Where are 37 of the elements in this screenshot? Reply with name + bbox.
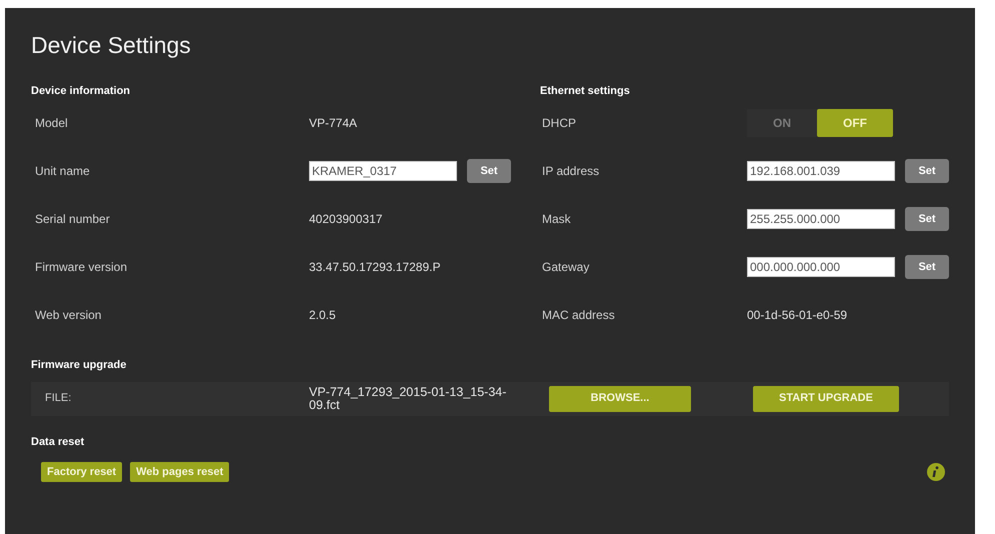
field-label: Web version: [34, 307, 102, 324]
field-label: DHCP: [541, 115, 578, 132]
toggle-option[interactable]: OFF: [817, 109, 893, 137]
set-button[interactable]: Set: [467, 159, 511, 183]
reset-button[interactable]: Factory reset: [41, 462, 122, 482]
field-label: MAC address: [541, 307, 616, 324]
set-button[interactable]: Set: [905, 207, 949, 231]
field-value: 40203900317: [309, 211, 382, 228]
field-label: Mask: [541, 211, 572, 228]
section-heading: Ethernet settings: [540, 84, 631, 98]
field-value: 2.0.5: [309, 307, 336, 324]
file-name: VP-774_17293_2015-01-13_15-34-09.fct: [309, 386, 508, 412]
field-label: Model: [34, 115, 69, 132]
field-label: IP address: [541, 163, 600, 180]
section-heading: Firmware upgrade: [31, 358, 128, 373]
section-heading: Device information: [31, 84, 132, 98]
toggle-option[interactable]: ON: [747, 109, 817, 137]
field-value: VP-774A: [309, 115, 358, 132]
browse-button[interactable]: BROWSE...: [549, 386, 691, 412]
field-value: 00-1d-56-01-e0-59: [747, 307, 848, 324]
start-upgrade-button[interactable]: START UPGRADE: [753, 386, 899, 412]
reset-button[interactable]: Web pages reset: [130, 462, 230, 482]
text-field[interactable]: 000.000.000.000: [747, 257, 895, 277]
page-title: Device Settings: [31, 31, 192, 60]
set-button[interactable]: Set: [905, 159, 949, 183]
text-field[interactable]: 192.168.001.039: [747, 161, 895, 181]
info-icon[interactable]: [927, 463, 945, 481]
field-label: Serial number: [34, 211, 111, 228]
text-field[interactable]: KRAMER_0317: [309, 161, 457, 181]
field-label: Gateway: [541, 259, 590, 276]
field-label: Firmware version: [34, 259, 128, 276]
set-button[interactable]: Set: [905, 255, 949, 279]
field-label: Unit name: [34, 163, 91, 180]
section-heading: Data reset: [31, 434, 86, 450]
text-field[interactable]: 255.255.000.000: [747, 209, 895, 229]
file-label: FILE:: [44, 391, 72, 406]
field-value: 33.47.50.17293.17289.P: [309, 259, 440, 276]
